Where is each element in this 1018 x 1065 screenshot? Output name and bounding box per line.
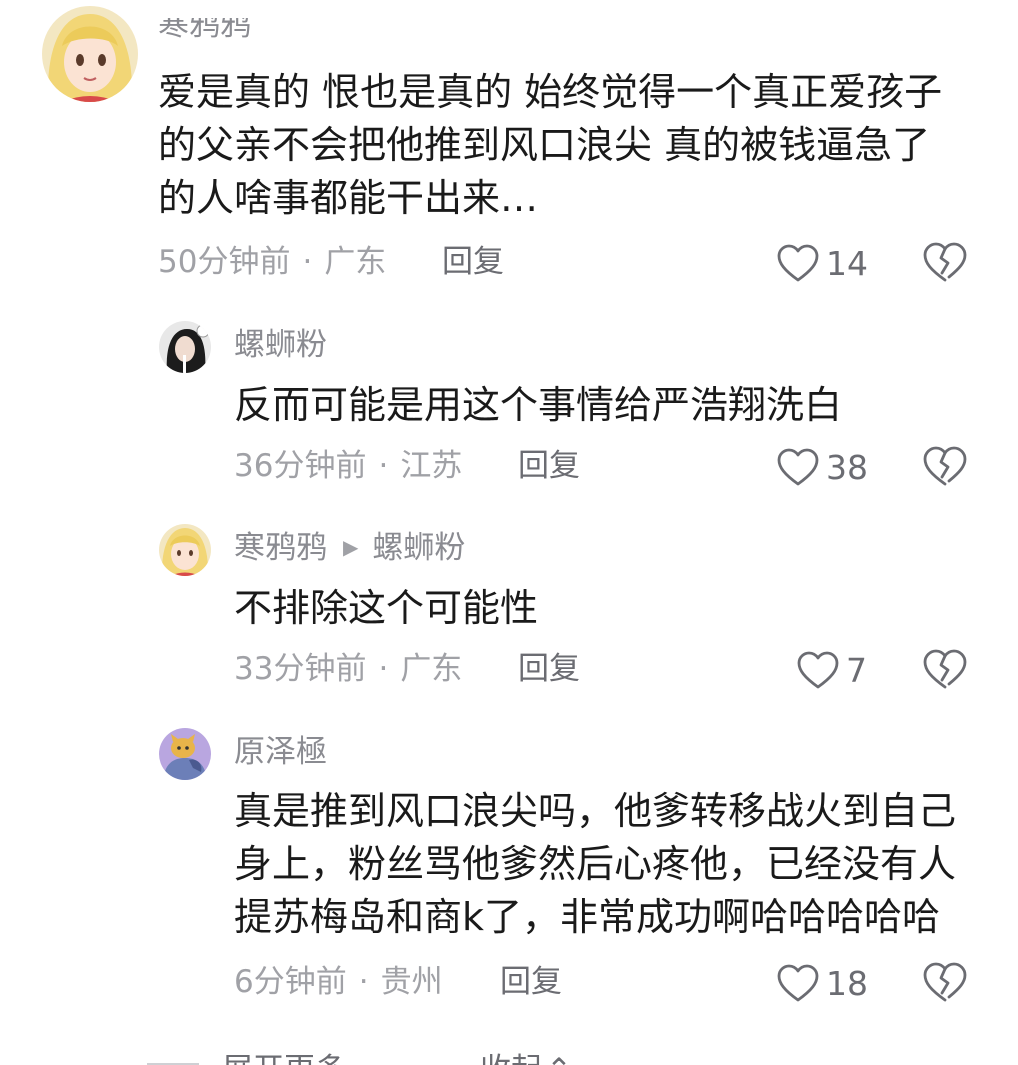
collapse-button[interactable]: 收起 ⌃ [480,1044,572,1065]
comment-meta: 33分钟前 · 广东 [234,654,462,685]
expand-more-button[interactable]: 展开更多 ⌄ [222,1044,376,1065]
comment-username: 寒鸦鸦 ▶ 螺蛳粉 [234,533,465,564]
comment-username[interactable]: 寒鸦鸦 [158,18,251,44]
comment-time: 33分钟前 [234,651,367,687]
like-button[interactable]: 14 [776,241,868,285]
username-text: 寒鸦鸦 [158,18,251,43]
like-button[interactable]: 7 [796,648,867,692]
replies-footer: 展开更多 ⌄ 收起 ⌃ [0,1040,1018,1065]
separator-dot: · [302,244,313,280]
comment-line: 爱是真的 恨也是真的 始终觉得一个真正爱孩子 [158,70,943,114]
comment-line: 不排除这个可能性 [234,586,539,630]
comment-location: 贵州 [380,964,443,1000]
comment-line: 反而可能是用这个事情给严浩翔洗白 [234,383,843,427]
comment-location: 江苏 [400,448,463,484]
avatar[interactable] [42,6,138,102]
separator-dot: · [358,964,369,1000]
comment-line: 身上，粉丝骂他爹然后心疼他，已经没有人 [234,842,957,886]
comment-time: 36分钟前 [234,448,367,484]
triangle-right-icon: ▶ [343,535,359,559]
comment-line: 的父亲不会把他推到风口浪尖 真的被钱逼急了 [158,123,931,167]
reply-button[interactable]: 回复 [500,967,562,998]
expand-label: 展开更多 [222,1052,346,1065]
broken-heart-icon[interactable] [922,445,968,487]
like-button[interactable]: 38 [776,445,868,489]
reply-button[interactable]: 回复 [518,451,580,482]
comment-text: 不排除这个可能性 [234,582,538,635]
comment-meta: 50分钟前 · 广东 [158,247,386,278]
comment-meta: 36分钟前 · 江苏 [234,451,462,482]
comment-time: 6分钟前 [234,964,347,1000]
comment-meta: 6分钟前 · 贵州 [234,967,443,998]
comment-text: 真是推到风口浪尖吗，他爹转移战火到自己 身上，粉丝骂他爹然后心疼他，已经没有人 … [234,785,956,944]
collapse-label: 收起 [480,1052,542,1065]
avatar[interactable] [159,321,211,373]
comment-line: 真是推到风口浪尖吗，他爹转移战火到自己 [234,789,957,833]
broken-heart-icon[interactable] [922,241,968,283]
comment-location: 广东 [400,651,463,687]
like-count: 7 [846,650,867,690]
avatar[interactable] [159,524,211,576]
comment-time: 50分钟前 [158,244,291,280]
heart-outline-icon [777,964,819,1002]
comment-line: 提苏梅岛和商k了，非常成功啊哈哈哈哈哈 [234,895,941,939]
comment-text: 反而可能是用这个事情给严浩翔洗白 [234,379,842,432]
comment-username[interactable]: 螺蛳粉 [234,330,327,361]
comment-line: 的人啥事都能干出来… [158,176,539,220]
comment-text: 爱是真的 恨也是真的 始终觉得一个真正爱孩子 的父亲不会把他推到风口浪尖 真的被… [158,66,942,225]
broken-heart-icon[interactable] [922,648,968,690]
like-count: 38 [826,447,868,487]
separator-dot: · [378,651,389,687]
chevron-up-icon: ⌃ [546,1052,572,1065]
avatar[interactable] [159,728,211,780]
comment-username[interactable]: 原泽極 [234,737,327,768]
heart-outline-icon [777,244,819,282]
reply-author[interactable]: 寒鸦鸦 [234,530,327,566]
heart-outline-icon [797,651,839,689]
heart-outline-icon [777,448,819,486]
reply-button[interactable]: 回复 [518,654,580,685]
chevron-down-icon: ⌄ [350,1052,376,1065]
like-count: 18 [826,963,868,1003]
like-count: 14 [826,243,868,283]
like-button[interactable]: 18 [776,961,868,1005]
reply-button[interactable]: 回复 [442,247,504,278]
comment-location: 广东 [324,244,387,280]
separator-dot: · [378,448,389,484]
broken-heart-icon[interactable] [922,961,968,1003]
reply-target[interactable]: 螺蛳粉 [372,530,465,566]
